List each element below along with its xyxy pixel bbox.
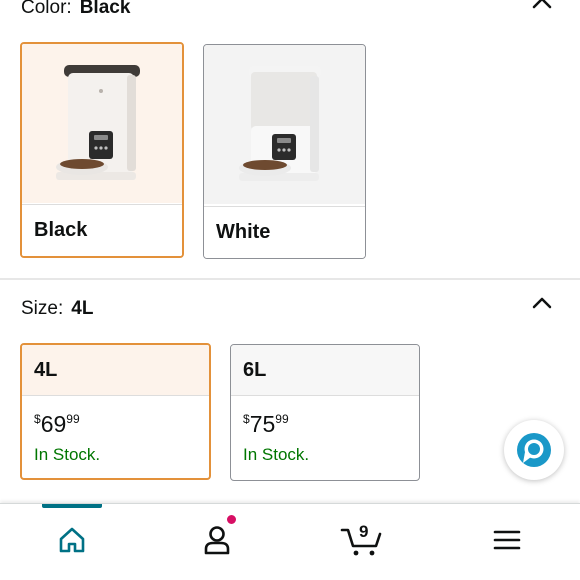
price-fraction: 99 — [66, 412, 80, 426]
size-section-header: Size: 4L — [21, 298, 93, 320]
size-option-6l[interactable]: 6L $7599 In Stock. — [230, 344, 420, 481]
active-tab-indicator — [42, 504, 102, 508]
alexa-icon — [517, 433, 551, 467]
chevron-up-icon[interactable] — [527, 292, 557, 316]
price-symbol: $ — [34, 412, 41, 426]
nav-account[interactable] — [187, 514, 247, 562]
color-selected-value: Black — [79, 0, 131, 18]
price-whole: 75 — [249, 411, 276, 437]
stock-status: In Stock. — [34, 445, 101, 464]
size-option-label: 6L — [231, 345, 419, 396]
account-icon — [204, 526, 230, 555]
home-icon — [59, 527, 85, 553]
pet-feeder-image — [56, 64, 140, 180]
price-fraction: 99 — [275, 412, 289, 426]
bottom-nav-bar: 9 — [0, 503, 580, 580]
product-image-black — [22, 44, 182, 203]
nav-home[interactable] — [42, 518, 102, 562]
color-option-label: Black — [22, 204, 182, 256]
menu-icon — [493, 530, 521, 550]
alexa-button[interactable] — [504, 420, 564, 480]
color-option-white[interactable]: White — [203, 44, 366, 259]
nav-cart[interactable]: 9 — [332, 518, 392, 562]
color-option-label: White — [204, 206, 365, 258]
nav-menu[interactable] — [477, 518, 537, 562]
pet-feeder-image — [238, 65, 321, 181]
price: $7599 — [243, 411, 289, 438]
section-divider — [0, 278, 580, 280]
price: $6999 — [34, 411, 80, 438]
chevron-up-icon[interactable] — [527, 0, 557, 16]
size-selected-value: 4L — [71, 298, 94, 319]
color-section-header: Color: Black — [21, 0, 130, 19]
cart-count: 9 — [359, 522, 369, 541]
product-image-white — [204, 45, 365, 204]
size-option-4l[interactable]: 4L $6999 In Stock. — [20, 343, 211, 480]
price-symbol: $ — [243, 412, 250, 426]
size-option-label: 4L — [22, 345, 209, 396]
size-label: Size: — [21, 298, 64, 319]
color-option-black[interactable]: Black — [20, 42, 184, 258]
notification-dot — [226, 514, 237, 525]
price-whole: 69 — [40, 411, 67, 437]
stock-status: In Stock. — [243, 445, 310, 464]
color-label: Color: — [21, 0, 72, 18]
